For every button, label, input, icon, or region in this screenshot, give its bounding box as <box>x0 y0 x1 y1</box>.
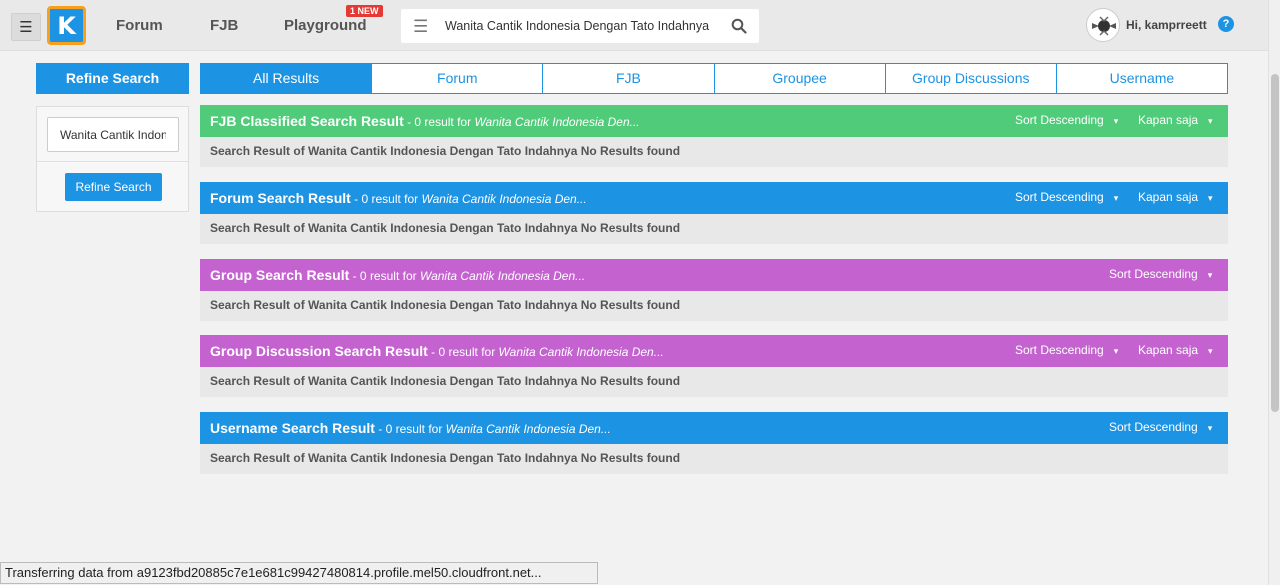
sort-dropdown[interactable]: Sort Descending ▾ <box>1109 267 1212 281</box>
result-title: Forum Search Result - 0 result for Wanit… <box>210 190 587 206</box>
user-avatar[interactable] <box>1086 8 1120 42</box>
browser-status-bar: Transferring data from a9123fbd20885c7e1… <box>0 562 598 584</box>
nav-fjb-link[interactable]: FJB <box>210 17 238 34</box>
user-greeting[interactable]: Hi, kamprreett <box>1126 18 1207 32</box>
result-header: Group Search Result - 0 result for Wanit… <box>200 259 1228 291</box>
sort-label: Sort Descending <box>1015 343 1104 357</box>
scrollbar-thumb[interactable] <box>1271 74 1279 412</box>
refine-search-button[interactable]: Refine Search <box>65 173 162 201</box>
sort-label: Sort Descending <box>1109 267 1198 281</box>
forum-result-section: Forum Search Result - 0 result for Wanit… <box>200 182 1228 244</box>
kaskus-logo[interactable]: K <box>47 6 86 45</box>
result-query: Wanita Cantik Indonesia Den... <box>445 422 611 436</box>
logo-letter: K <box>57 11 76 40</box>
result-body: Search Result of Wanita Cantik Indonesia… <box>200 291 1228 321</box>
time-label: Kapan saja <box>1138 343 1199 357</box>
category-list-icon[interactable]: ☰ <box>413 17 428 37</box>
result-meta: - 0 result for <box>374 422 446 436</box>
group-result-section: Group Search Result - 0 result for Wanit… <box>200 259 1228 321</box>
result-title: Group Discussion Search Result - 0 resul… <box>210 343 664 359</box>
hamburger-icon: ☰ <box>19 18 33 36</box>
result-header: Forum Search Result - 0 result for Wanit… <box>200 182 1228 214</box>
result-meta: - 0 result for <box>349 269 420 283</box>
tab-forum[interactable]: Forum <box>372 63 544 94</box>
hamburger-menu-button[interactable]: ☰ <box>11 13 41 41</box>
caret-down-icon: ▾ <box>1208 116 1213 126</box>
sort-dropdown[interactable]: Sort Descending ▾ <box>1015 343 1118 357</box>
search-input[interactable] <box>445 9 725 43</box>
result-meta: - 0 result for <box>350 192 422 206</box>
search-icon[interactable] <box>731 18 747 34</box>
time-dropdown[interactable]: Kapan saja ▾ <box>1138 190 1213 204</box>
caret-down-icon: ▾ <box>1113 193 1119 203</box>
caret-down-icon: ▾ <box>1113 346 1119 356</box>
result-body: Search Result of Wanita Cantik Indonesia… <box>200 367 1228 397</box>
tab-fjb[interactable]: FJB <box>543 63 715 94</box>
result-title-text: Username Search Result <box>210 420 375 436</box>
caret-down-icon: ▾ <box>1207 423 1213 433</box>
new-badge: 1 NEW <box>346 5 383 17</box>
result-header: Username Search Result - 0 result for Wa… <box>200 412 1228 444</box>
search-box: ☰ <box>401 9 759 43</box>
tab-all-results[interactable]: All Results <box>200 63 373 94</box>
result-meta: - 0 result for <box>403 115 475 129</box>
fjb-result-section: FJB Classified Search Result - 0 result … <box>200 105 1228 167</box>
result-title-text: Group Discussion Search Result <box>210 343 428 359</box>
tab-group-discussions[interactable]: Group Discussions <box>885 63 1057 94</box>
username-result-section: Username Search Result - 0 result for Wa… <box>200 412 1228 474</box>
result-title-text: Group Search Result <box>210 267 350 283</box>
sort-dropdown[interactable]: Sort Descending ▾ <box>1015 113 1118 127</box>
caret-down-icon: ▾ <box>1208 346 1213 356</box>
divider <box>37 161 188 162</box>
result-meta: - 0 result for <box>427 345 499 359</box>
sort-label: Sort Descending <box>1015 190 1104 204</box>
time-dropdown[interactable]: Kapan saja ▾ <box>1138 343 1213 357</box>
sort-dropdown[interactable]: Sort Descending ▾ <box>1015 190 1118 204</box>
result-title: Group Search Result - 0 result for Wanit… <box>210 267 585 283</box>
time-label: Kapan saja <box>1138 190 1199 204</box>
result-body: Search Result of Wanita Cantik Indonesia… <box>200 214 1228 244</box>
help-icon[interactable]: ? <box>1218 16 1234 32</box>
result-title-text: FJB Classified Search Result <box>210 113 404 129</box>
page-scrollbar[interactable] <box>1268 0 1280 585</box>
result-title-text: Forum Search Result <box>210 190 351 206</box>
refine-search-input[interactable] <box>47 117 179 152</box>
sort-label: Sort Descending <box>1015 113 1104 127</box>
refine-search-panel: Refine Search <box>36 106 189 212</box>
time-dropdown[interactable]: Kapan saja ▾ <box>1138 113 1213 127</box>
time-label: Kapan saja <box>1138 113 1199 127</box>
result-tabs: All Results Forum FJB Groupee Group Disc… <box>200 63 1229 94</box>
nav-playground-link[interactable]: Playground <box>284 17 367 34</box>
tab-groupee[interactable]: Groupee <box>714 63 886 94</box>
result-body: Search Result of Wanita Cantik Indonesia… <box>200 137 1228 167</box>
sort-dropdown[interactable]: Sort Descending ▾ <box>1109 420 1212 434</box>
result-query: Wanita Cantik Indonesia Den... <box>421 192 587 206</box>
top-navbar: ☰ K Forum FJB Playground 1 NEW ☰ Hi, kam… <box>0 0 1268 51</box>
caret-down-icon: ▾ <box>1208 193 1213 203</box>
result-title: FJB Classified Search Result - 0 result … <box>210 113 640 129</box>
nav-forum-link[interactable]: Forum <box>116 17 163 34</box>
tab-username[interactable]: Username <box>1056 63 1229 94</box>
caret-down-icon: ▾ <box>1113 116 1119 126</box>
result-query: Wanita Cantik Indonesia Den... <box>419 269 586 283</box>
group-discussion-result-section: Group Discussion Search Result - 0 resul… <box>200 335 1228 397</box>
result-body: Search Result of Wanita Cantik Indonesia… <box>200 444 1228 474</box>
result-query: Wanita Cantik Indonesia Den... <box>498 345 664 359</box>
result-title: Username Search Result - 0 result for Wa… <box>210 420 611 436</box>
caret-down-icon: ▾ <box>1207 270 1213 280</box>
result-query: Wanita Cantik Indonesia Den... <box>474 115 640 129</box>
result-header: FJB Classified Search Result - 0 result … <box>200 105 1228 137</box>
sort-label: Sort Descending <box>1109 420 1198 434</box>
result-header: Group Discussion Search Result - 0 resul… <box>200 335 1228 367</box>
refine-search-header: Refine Search <box>36 63 189 94</box>
